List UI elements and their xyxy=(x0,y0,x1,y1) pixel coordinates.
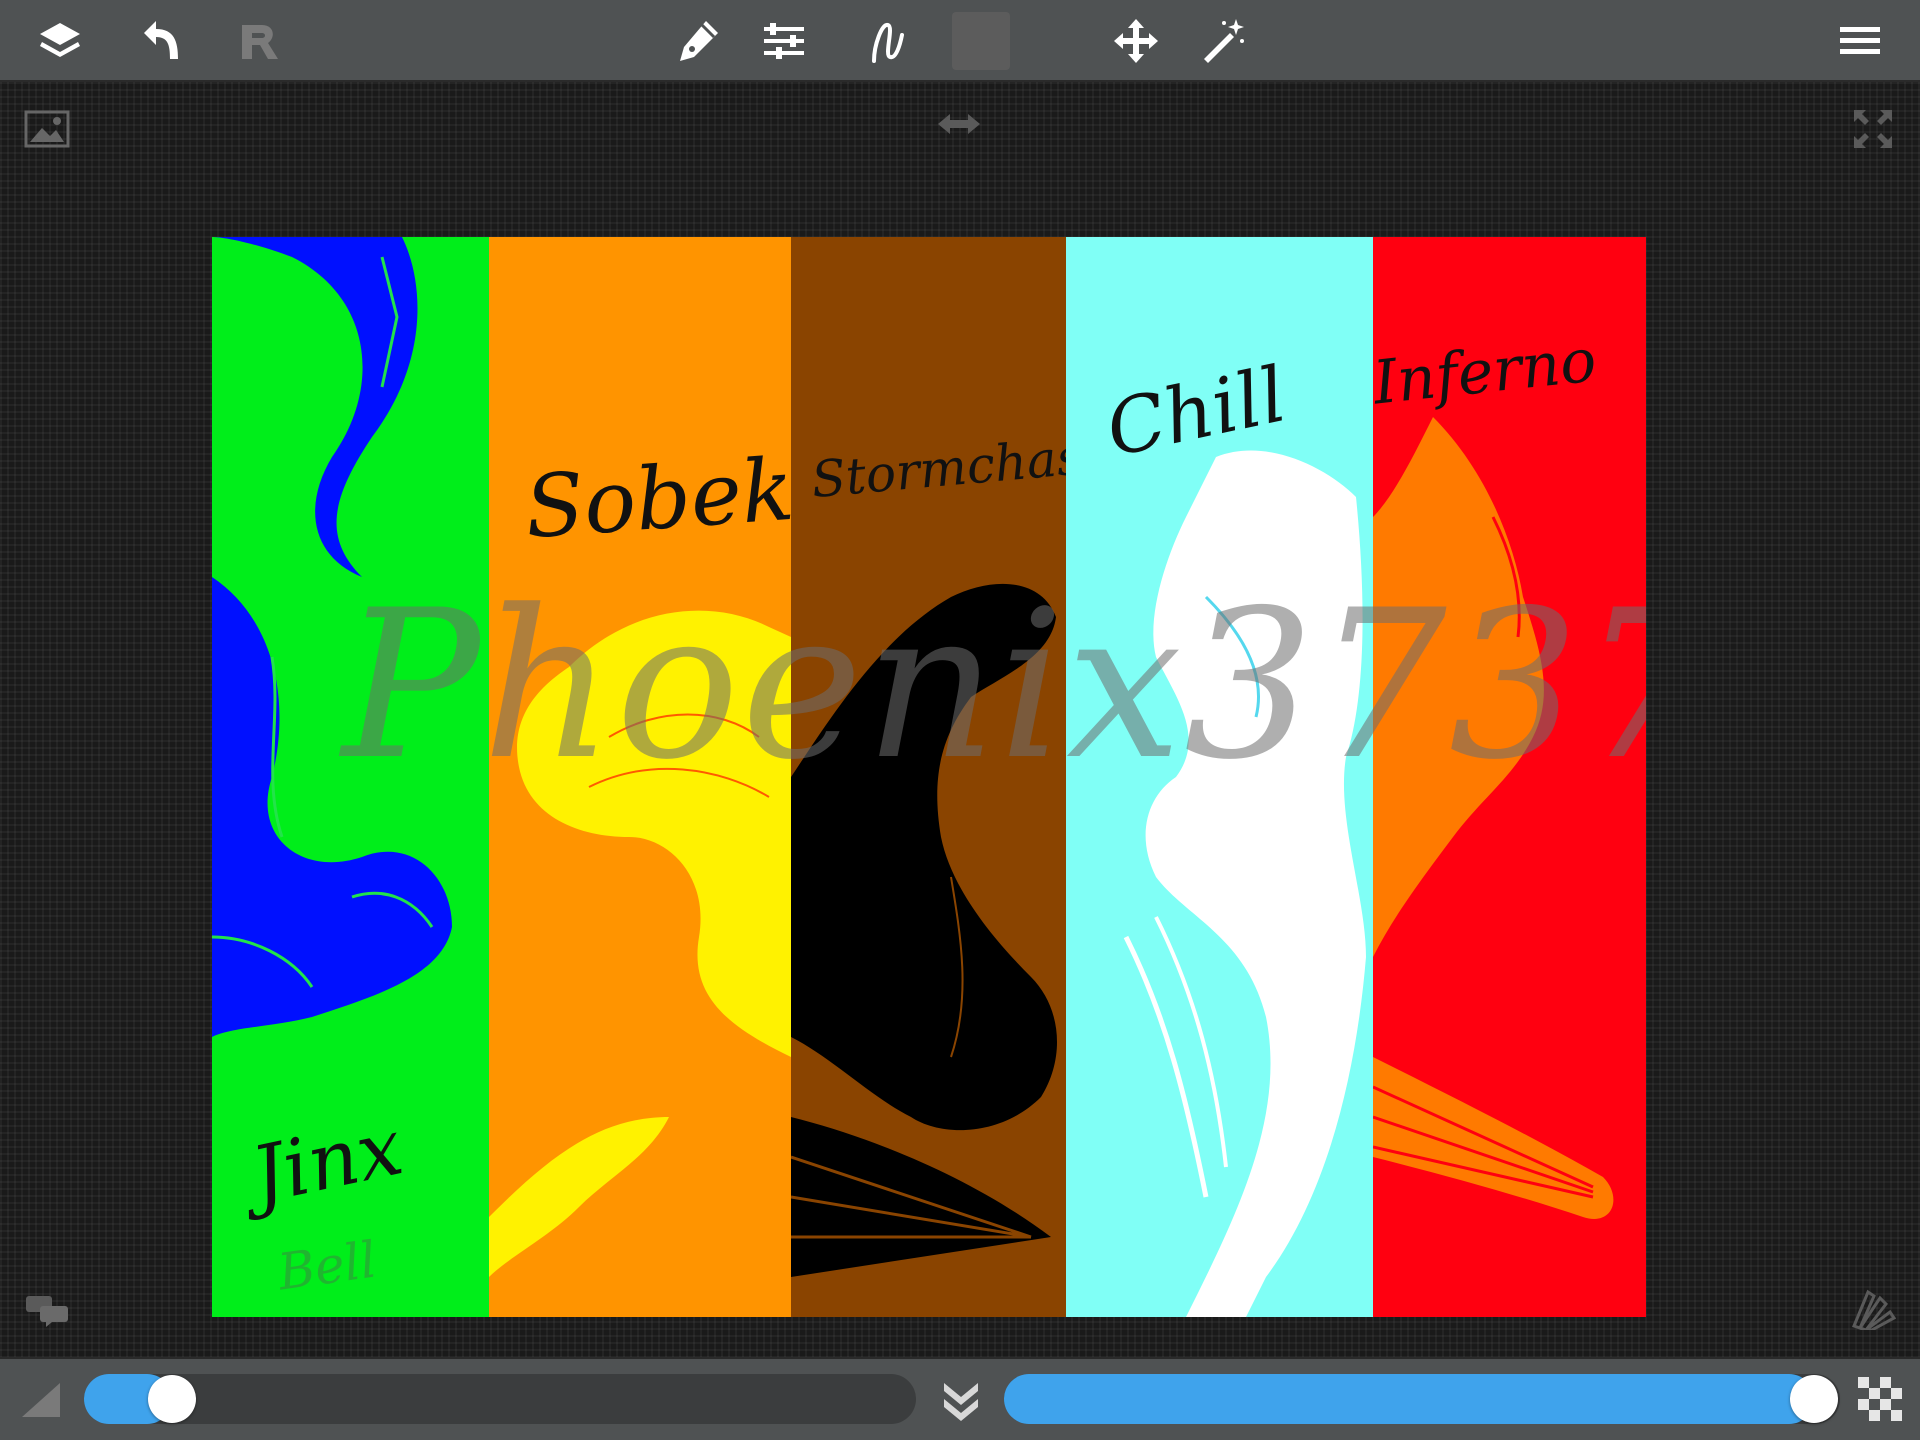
opacity-slider-fill xyxy=(1004,1374,1814,1424)
double-chevron-down-icon[interactable] xyxy=(938,1377,984,1423)
panel-inferno: Inferno xyxy=(1373,237,1646,1317)
redo-icon[interactable] xyxy=(226,9,290,73)
panel-jinx: Jinx Bell xyxy=(212,237,489,1317)
brush-stroke-icon[interactable] xyxy=(854,9,918,73)
opacity-slider-knob[interactable] xyxy=(1790,1375,1838,1423)
reference-image-icon[interactable] xyxy=(24,110,70,148)
name-sobek: Sobek xyxy=(521,439,791,559)
layers-icon[interactable] xyxy=(28,9,92,73)
undo-icon[interactable] xyxy=(134,9,198,73)
fullscreen-icon[interactable] xyxy=(1852,108,1894,150)
pen-icon[interactable] xyxy=(666,9,730,73)
flip-horizontal-icon[interactable] xyxy=(936,112,982,136)
adjustments-icon[interactable] xyxy=(752,9,816,73)
color-fan-icon[interactable] xyxy=(1850,1288,1896,1330)
checkerboard-icon[interactable] xyxy=(1858,1377,1902,1421)
panel-sobek: Sobek xyxy=(489,237,791,1317)
brush-size-slider-knob[interactable] xyxy=(148,1375,197,1423)
menu-icon[interactable] xyxy=(1828,9,1892,73)
color-swatch[interactable] xyxy=(952,12,1010,70)
brush-size-icon xyxy=(18,1379,64,1421)
brush-size-slider[interactable] xyxy=(84,1374,916,1424)
panel-chill: Chill xyxy=(1066,237,1373,1317)
canvas-workspace[interactable]: Jinx Bell Sobek Stormchaser Chill Infern… xyxy=(0,82,1920,1357)
opacity-slider[interactable] xyxy=(1004,1374,1840,1424)
black-dragon-silhouette xyxy=(791,583,1058,1277)
move-icon[interactable] xyxy=(1104,9,1168,73)
bottom-bar xyxy=(0,1357,1920,1440)
yellow-dragon-silhouette xyxy=(489,610,791,1277)
artwork-canvas[interactable]: Jinx Bell Sobek Stormchaser Chill Infern… xyxy=(212,237,1646,1317)
panel-stormchaser: Stormchaser xyxy=(791,237,1066,1317)
chat-icon[interactable] xyxy=(24,1294,70,1328)
magic-wand-icon[interactable] xyxy=(1190,9,1254,73)
top-toolbar xyxy=(0,0,1920,82)
